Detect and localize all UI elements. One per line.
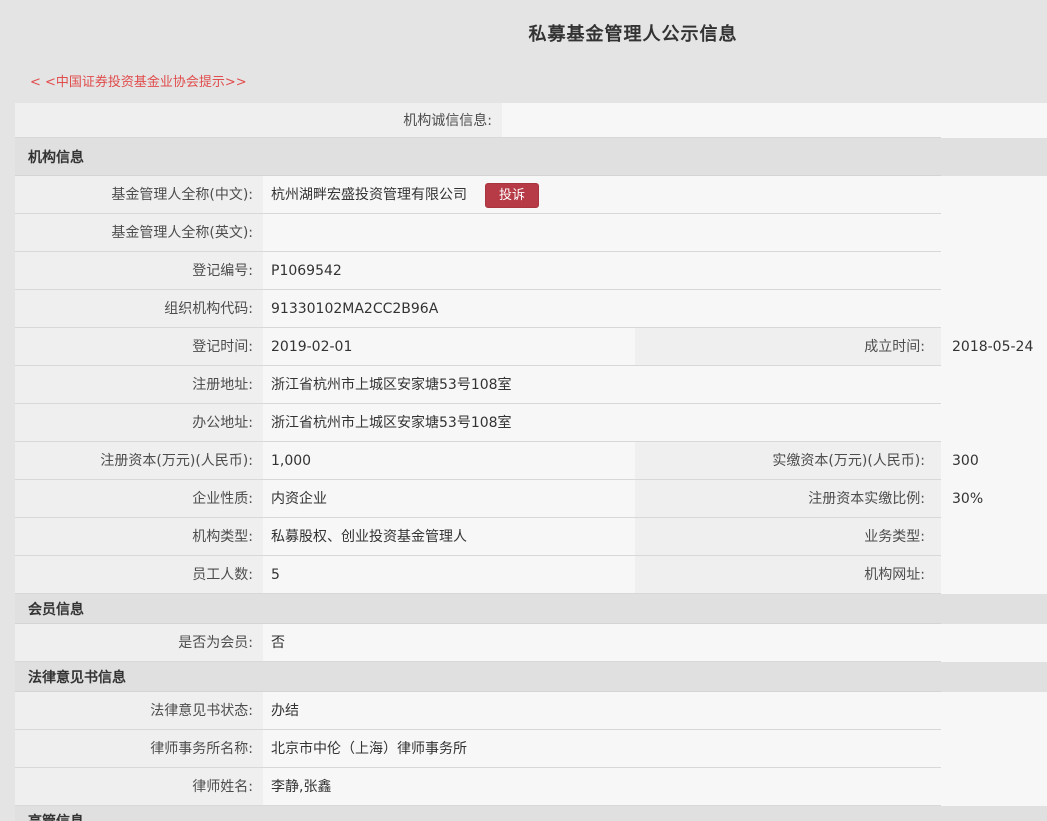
row-name-cn: 基金管理人全称(中文): 杭州湖畔宏盛投资管理有限公司 投诉 bbox=[15, 176, 1047, 214]
field-value-paid-ratio: 30% bbox=[941, 480, 1047, 518]
field-value-paid-capital: 300 bbox=[941, 442, 1047, 480]
field-label-integrity: 机构诚信信息: bbox=[15, 103, 502, 138]
row-org-type: 机构类型: 私募股权、创业投资基金管理人 业务类型: bbox=[15, 518, 1047, 556]
field-label-name-en: 基金管理人全称(英文): bbox=[15, 214, 263, 252]
field-label-paid-capital: 实缴资本(万元)(人民币): bbox=[635, 442, 941, 480]
row-office-address: 办公地址: 浙江省杭州市上城区安家塘53号108室 bbox=[15, 404, 1047, 442]
row-dates: 登记时间: 2019-02-01 成立时间: 2018-05-24 bbox=[15, 328, 1047, 366]
row-org-code: 组织机构代码: 91330102MA2CC2B96A bbox=[15, 290, 1047, 328]
field-label-lawyer-names: 律师姓名: bbox=[15, 768, 263, 806]
field-label-business-type: 业务类型: bbox=[635, 518, 941, 556]
info-table: 机构诚信信息: 机构信息 基金管理人全称(中文): 杭州湖畔宏盛投资管理有限公司… bbox=[15, 103, 1047, 821]
row-nature-ratio: 企业性质: 内资企业 注册资本实缴比例: 30% bbox=[15, 480, 1047, 518]
field-value-reg-capital: 1,000 bbox=[263, 442, 635, 480]
field-value-establish-date: 2018-05-24 bbox=[941, 328, 1047, 366]
field-value-law-firm: 北京市中伦（上海）律师事务所 bbox=[263, 730, 1047, 768]
row-registered-address: 注册地址: 浙江省杭州市上城区安家塘53号108室 bbox=[15, 366, 1047, 404]
field-label-website: 机构网址: bbox=[635, 556, 941, 594]
field-label-org-code: 组织机构代码: bbox=[15, 290, 263, 328]
row-name-en: 基金管理人全称(英文): bbox=[15, 214, 1047, 252]
field-label-reg-no: 登记编号: bbox=[15, 252, 263, 290]
field-label-is-member: 是否为会员: bbox=[15, 624, 263, 662]
field-label-establish-date: 成立时间: bbox=[635, 328, 941, 366]
field-label-office-address: 办公地址: bbox=[15, 404, 263, 442]
field-value-name-cn: 杭州湖畔宏盛投资管理有限公司 投诉 bbox=[263, 176, 1047, 214]
field-value-lawyer-names: 李静,张鑫 bbox=[263, 768, 1047, 806]
complaint-button[interactable]: 投诉 bbox=[485, 183, 539, 208]
row-lawyer-names: 律师姓名: 李静,张鑫 bbox=[15, 768, 1047, 806]
section-header-organization: 机构信息 bbox=[15, 138, 1047, 176]
field-value-name-en bbox=[263, 214, 1047, 252]
association-notice-link[interactable]: < <中国证券投资基金业协会提示>> bbox=[30, 71, 247, 90]
field-label-enterprise-nature: 企业性质: bbox=[15, 480, 263, 518]
content-area: 私募基金管理人公示信息 < <中国证券投资基金业协会提示>> 机构诚信信息: 机… bbox=[15, 0, 1047, 821]
row-is-member: 是否为会员: 否 bbox=[15, 624, 1047, 662]
field-label-reg-address: 注册地址: bbox=[15, 366, 263, 404]
field-value-business-type bbox=[941, 518, 1047, 556]
page-header: 私募基金管理人公示信息 < <中国证券投资基金业协会提示>> bbox=[15, 0, 1047, 103]
field-label-paid-ratio: 注册资本实缴比例: bbox=[635, 480, 941, 518]
field-label-legal-status: 法律意见书状态: bbox=[15, 692, 263, 730]
row-registration-number: 登记编号: P1069542 bbox=[15, 252, 1047, 290]
field-value-reg-no: P1069542 bbox=[263, 252, 1047, 290]
field-label-reg-capital: 注册资本(万元)(人民币): bbox=[15, 442, 263, 480]
field-value-org-code: 91330102MA2CC2B96A bbox=[263, 290, 1047, 328]
field-value-enterprise-nature: 内资企业 bbox=[263, 480, 635, 518]
section-header-legal-opinion: 法律意见书信息 bbox=[15, 662, 1047, 692]
row-capital: 注册资本(万元)(人民币): 1,000 实缴资本(万元)(人民币): 300 bbox=[15, 442, 1047, 480]
field-value-employee-count: 5 bbox=[263, 556, 635, 594]
field-label-org-type: 机构类型: bbox=[15, 518, 263, 556]
field-value-integrity bbox=[502, 103, 1047, 138]
field-value-reg-address: 浙江省杭州市上城区安家塘53号108室 bbox=[263, 366, 1047, 404]
field-label-name-cn: 基金管理人全称(中文): bbox=[15, 176, 263, 214]
field-label-employee-count: 员工人数: bbox=[15, 556, 263, 594]
page-title: 私募基金管理人公示信息 bbox=[15, 0, 1047, 46]
section-header-executives: 高管信息 bbox=[15, 806, 1047, 821]
manager-name-text: 杭州湖畔宏盛投资管理有限公司 bbox=[271, 188, 467, 202]
field-value-org-type: 私募股权、创业投资基金管理人 bbox=[263, 518, 635, 556]
row-integrity-info: 机构诚信信息: bbox=[15, 103, 1047, 138]
field-value-legal-status: 办结 bbox=[263, 692, 1047, 730]
page: 私募基金管理人公示信息 < <中国证券投资基金业协会提示>> 机构诚信信息: 机… bbox=[0, 0, 1047, 821]
field-value-website bbox=[941, 556, 1047, 594]
field-label-law-firm: 律师事务所名称: bbox=[15, 730, 263, 768]
field-label-reg-date: 登记时间: bbox=[15, 328, 263, 366]
field-value-reg-date: 2019-02-01 bbox=[263, 328, 635, 366]
field-value-is-member: 否 bbox=[263, 624, 1047, 662]
row-legal-status: 法律意见书状态: 办结 bbox=[15, 692, 1047, 730]
row-law-firm: 律师事务所名称: 北京市中伦（上海）律师事务所 bbox=[15, 730, 1047, 768]
section-header-membership: 会员信息 bbox=[15, 594, 1047, 624]
row-employees-website: 员工人数: 5 机构网址: bbox=[15, 556, 1047, 594]
field-value-office-address: 浙江省杭州市上城区安家塘53号108室 bbox=[263, 404, 1047, 442]
